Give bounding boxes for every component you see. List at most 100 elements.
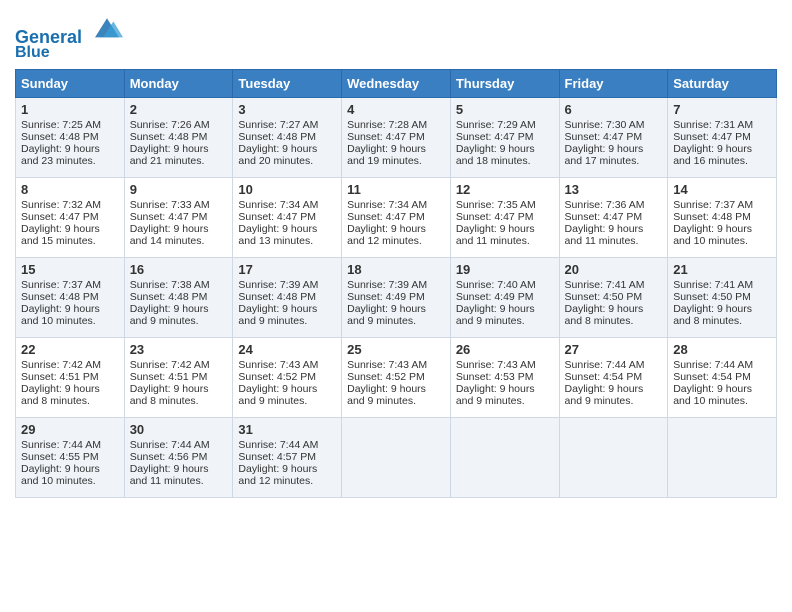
day-number: 19 <box>456 262 554 277</box>
calendar-cell: 4Sunrise: 7:28 AMSunset: 4:47 PMDaylight… <box>342 98 451 178</box>
calendar-cell: 7Sunrise: 7:31 AMSunset: 4:47 PMDaylight… <box>668 98 777 178</box>
calendar-cell: 25Sunrise: 7:43 AMSunset: 4:52 PMDayligh… <box>342 338 451 418</box>
sunset: Sunset: 4:48 PM <box>21 131 99 143</box>
calendar-cell: 16Sunrise: 7:38 AMSunset: 4:48 PMDayligh… <box>124 258 233 338</box>
daylight: Daylight: 9 hours and 8 minutes. <box>673 303 752 327</box>
sunrise: Sunrise: 7:34 AM <box>238 199 318 211</box>
sunrise: Sunrise: 7:32 AM <box>21 199 101 211</box>
day-number: 4 <box>347 102 445 117</box>
day-number: 1 <box>21 102 119 117</box>
sunrise: Sunrise: 7:42 AM <box>130 359 210 371</box>
calendar-cell: 27Sunrise: 7:44 AMSunset: 4:54 PMDayligh… <box>559 338 668 418</box>
daylight: Daylight: 9 hours and 9 minutes. <box>347 383 426 407</box>
sunset: Sunset: 4:54 PM <box>565 371 643 383</box>
sunset: Sunset: 4:47 PM <box>347 211 425 223</box>
calendar-cell: 1 Sunrise: 7:25 AMSunset: 4:48 PMDaylight… <box>16 98 125 178</box>
sunrise: Sunrise: 7:44 AM <box>673 359 753 371</box>
calendar-body: 1Sunrise: 7:25 AMSunset: 4:48 PMDaylight… <box>16 98 777 498</box>
sunrise: Sunrise: 7:43 AM <box>347 359 427 371</box>
sunrise: Sunrise: 7:41 AM <box>673 279 753 291</box>
sunset: Sunset: 4:52 PM <box>238 371 316 383</box>
sunrise: Sunrise: 7:31 AM <box>673 119 753 131</box>
logo: General Blue <box>15 15 123 61</box>
sunset: Sunset: 4:49 PM <box>347 291 425 303</box>
day-number: 27 <box>565 342 663 357</box>
daylight: Daylight: 9 hours and 9 minutes. <box>456 303 535 327</box>
daylight: Daylight: 9 hours and 15 minutes. <box>21 223 100 247</box>
day-number: 10 <box>238 182 336 197</box>
sunrise: Sunrise: 7:36 AM <box>565 199 645 211</box>
logo-icon <box>91 11 123 43</box>
calendar-cell: 24Sunrise: 7:43 AMSunset: 4:52 PMDayligh… <box>233 338 342 418</box>
daylight: Daylight: 9 hours and 9 minutes. <box>347 303 426 327</box>
calendar-cell: 15Sunrise: 7:37 AMSunset: 4:48 PMDayligh… <box>16 258 125 338</box>
sunset: Sunset: 4:47 PM <box>565 131 643 143</box>
sunset: Sunset: 4:52 PM <box>347 371 425 383</box>
sunset: Sunset: 4:51 PM <box>21 371 99 383</box>
calendar-cell: 2Sunrise: 7:26 AMSunset: 4:48 PMDaylight… <box>124 98 233 178</box>
col-header-saturday: Saturday <box>668 70 777 98</box>
sunrise: Sunrise: 7:43 AM <box>238 359 318 371</box>
calendar-header-row: SundayMondayTuesdayWednesdayThursdayFrid… <box>16 70 777 98</box>
daylight: Daylight: 9 hours and 12 minutes. <box>347 223 426 247</box>
calendar-cell: 17Sunrise: 7:39 AMSunset: 4:48 PMDayligh… <box>233 258 342 338</box>
daylight: Daylight: 9 hours and 11 minutes. <box>130 463 209 487</box>
calendar-cell: 14Sunrise: 7:37 AMSunset: 4:48 PMDayligh… <box>668 178 777 258</box>
sunrise: Sunrise: 7:34 AM <box>347 199 427 211</box>
calendar-cell: 13Sunrise: 7:36 AMSunset: 4:47 PMDayligh… <box>559 178 668 258</box>
day-number: 24 <box>238 342 336 357</box>
sunset: Sunset: 4:47 PM <box>347 131 425 143</box>
calendar-week-row: 1Sunrise: 7:25 AMSunset: 4:48 PMDaylight… <box>16 98 777 178</box>
calendar-cell: 9Sunrise: 7:33 AMSunset: 4:47 PMDaylight… <box>124 178 233 258</box>
sunset: Sunset: 4:47 PM <box>238 211 316 223</box>
sunrise: Sunrise: 7:39 AM <box>347 279 427 291</box>
daylight: Daylight: 9 hours and 23 minutes. <box>21 143 100 167</box>
daylight: Daylight: 9 hours and 12 minutes. <box>238 463 317 487</box>
sunset: Sunset: 4:55 PM <box>21 451 99 463</box>
sunset: Sunset: 4:47 PM <box>565 211 643 223</box>
day-number: 28 <box>673 342 771 357</box>
daylight: Daylight: 9 hours and 10 minutes. <box>21 463 100 487</box>
col-header-monday: Monday <box>124 70 233 98</box>
col-header-sunday: Sunday <box>16 70 125 98</box>
sunrise: Sunrise: 7:41 AM <box>565 279 645 291</box>
daylight: Daylight: 9 hours and 9 minutes. <box>565 383 644 407</box>
daylight: Daylight: 9 hours and 21 minutes. <box>130 143 209 167</box>
daylight: Daylight: 9 hours and 10 minutes. <box>673 223 752 247</box>
sunset: Sunset: 4:48 PM <box>21 291 99 303</box>
day-number: 14 <box>673 182 771 197</box>
col-header-tuesday: Tuesday <box>233 70 342 98</box>
calendar-cell: 12Sunrise: 7:35 AMSunset: 4:47 PMDayligh… <box>450 178 559 258</box>
sunrise: Sunrise: 7:30 AM <box>565 119 645 131</box>
calendar-cell: 21Sunrise: 7:41 AMSunset: 4:50 PMDayligh… <box>668 258 777 338</box>
day-number: 20 <box>565 262 663 277</box>
calendar-week-row: 29Sunrise: 7:44 AMSunset: 4:55 PMDayligh… <box>16 418 777 498</box>
sunset: Sunset: 4:47 PM <box>21 211 99 223</box>
daylight: Daylight: 9 hours and 9 minutes. <box>238 303 317 327</box>
calendar-week-row: 22Sunrise: 7:42 AMSunset: 4:51 PMDayligh… <box>16 338 777 418</box>
calendar-cell: 11Sunrise: 7:34 AMSunset: 4:47 PMDayligh… <box>342 178 451 258</box>
day-number: 7 <box>673 102 771 117</box>
sunset: Sunset: 4:57 PM <box>238 451 316 463</box>
daylight: Daylight: 9 hours and 9 minutes. <box>456 383 535 407</box>
col-header-thursday: Thursday <box>450 70 559 98</box>
calendar-cell <box>668 418 777 498</box>
day-number: 31 <box>238 422 336 437</box>
sunrise: Sunrise: 7:43 AM <box>456 359 536 371</box>
sunset: Sunset: 4:47 PM <box>456 211 534 223</box>
sunset: Sunset: 4:51 PM <box>130 371 208 383</box>
sunrise: Sunrise: 7:44 AM <box>130 439 210 451</box>
sunset: Sunset: 4:47 PM <box>456 131 534 143</box>
day-number: 15 <box>21 262 119 277</box>
sunset: Sunset: 4:54 PM <box>673 371 751 383</box>
calendar-cell: 20Sunrise: 7:41 AMSunset: 4:50 PMDayligh… <box>559 258 668 338</box>
sunrise: Sunrise: 7:44 AM <box>238 439 318 451</box>
day-number: 22 <box>21 342 119 357</box>
sunset: Sunset: 4:47 PM <box>130 211 208 223</box>
calendar-cell: 29Sunrise: 7:44 AMSunset: 4:55 PMDayligh… <box>16 418 125 498</box>
calendar-cell: 8Sunrise: 7:32 AMSunset: 4:47 PMDaylight… <box>16 178 125 258</box>
daylight: Daylight: 9 hours and 19 minutes. <box>347 143 426 167</box>
calendar-week-row: 15Sunrise: 7:37 AMSunset: 4:48 PMDayligh… <box>16 258 777 338</box>
calendar-cell: 3Sunrise: 7:27 AMSunset: 4:48 PMDaylight… <box>233 98 342 178</box>
sunrise: Sunrise: 7:25 AM <box>21 119 101 131</box>
